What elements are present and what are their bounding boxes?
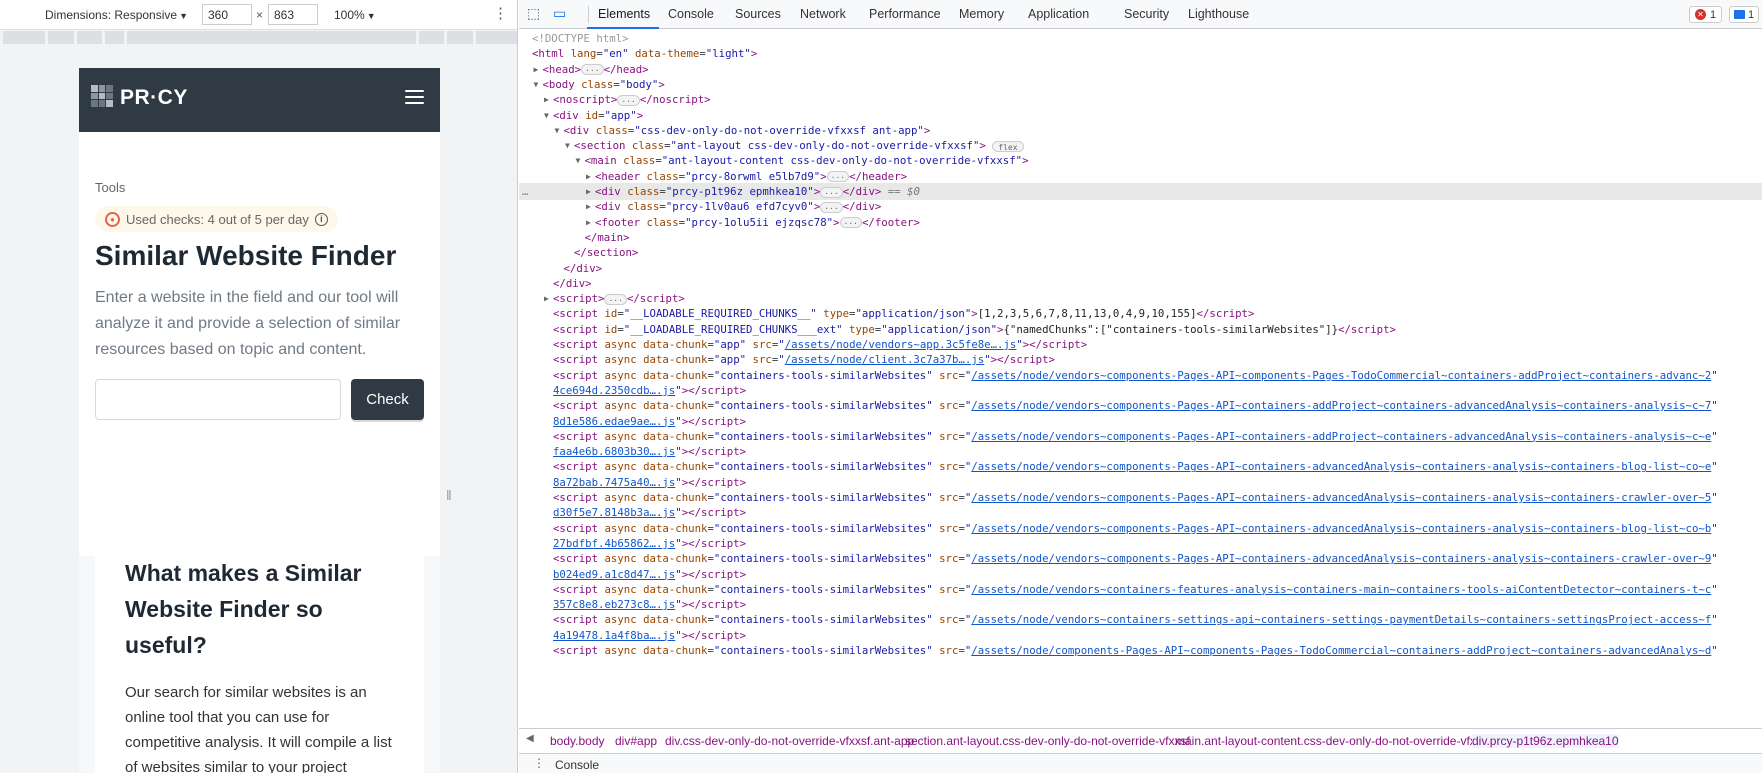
tab-application[interactable]: Application [1028, 7, 1089, 21]
breadcrumb-item[interactable]: div#app [615, 734, 657, 748]
error-count-badge[interactable]: ✕ 1 [1689, 6, 1723, 23]
zoom-label: 100% [334, 8, 365, 22]
breadcrumb-item[interactable]: div.prcy-p1t96z.epmhkea10 [1472, 734, 1619, 748]
breadcrumb-item[interactable]: div.css-dev-only-do-not-override-vfxxsf.… [665, 734, 914, 748]
info-card: What makes a Similar Website Finder so u… [95, 531, 424, 773]
card-title: What makes a Similar Website Finder so u… [125, 560, 362, 658]
dom-node-row[interactable]: <script async data-chunk="containers-too… [519, 642, 1762, 659]
media-query-segment[interactable] [476, 31, 517, 44]
message-count: 1 [1748, 8, 1755, 21]
card-body: Our search for similar websites is an on… [125, 684, 392, 773]
dimensions-label: Dimensions: Responsive [45, 8, 178, 22]
device-height-input[interactable] [268, 4, 318, 25]
prcy-logo-icon[interactable] [91, 85, 113, 107]
tab-sources[interactable]: Sources [735, 7, 781, 21]
dimension-separator: × [256, 8, 264, 22]
error-icon: ✕ [1695, 9, 1706, 20]
toolbar-divider [588, 6, 589, 23]
media-query-segment[interactable] [447, 31, 474, 44]
tab-memory[interactable]: Memory [959, 7, 1004, 21]
device-toolbar-toggle-icon[interactable]: ▭ [553, 5, 571, 23]
error-count: 1 [1710, 8, 1717, 21]
screen: Dimensions: Responsive▼ × 100%▼ ⋮ ‖ PR·C… [0, 0, 1762, 773]
caret-down-icon: ▼ [366, 11, 376, 21]
device-emulation-pane: Dimensions: Responsive▼ × 100%▼ ⋮ ‖ PR·C… [0, 0, 518, 773]
media-query-bar[interactable] [0, 31, 517, 44]
scroll-left-icon[interactable]: ◀ [526, 733, 534, 744]
breadcrumb-item[interactable]: main.ant-layout-content.css-dev-only-do-… [1175, 734, 1491, 748]
device-toolbar: Dimensions: Responsive▼ × 100%▼ ⋮ [0, 0, 517, 30]
media-query-segment[interactable] [127, 31, 416, 44]
tool-hero: Tools ● Used checks: 4 out of 5 per day … [79, 132, 440, 556]
tab-network[interactable]: Network [800, 7, 846, 21]
breadcrumb-item[interactable]: section.ant-layout.css-dev-only-do-not-o… [905, 734, 1190, 748]
dom-node-markup: <script async data-chunk="containers-too… [553, 644, 1718, 657]
drawer-tab-console[interactable]: Console [555, 758, 599, 772]
active-tab-indicator [587, 27, 659, 29]
media-query-segment[interactable] [105, 31, 125, 44]
tab-elements[interactable]: Elements [598, 7, 650, 21]
more-options-icon[interactable]: ⋮ [493, 6, 508, 21]
usage-badge: ● Used checks: 4 out of 5 per day i [95, 206, 338, 232]
devtools-panel: ⬚ ▭ Elements Console Sources Network Per… [519, 0, 1762, 773]
message-icon [1734, 10, 1745, 19]
page-description: Enter a website in the field and our too… [95, 289, 401, 358]
website-url-input[interactable] [95, 379, 341, 420]
devtools-drawer: ⋮ Console [519, 753, 1762, 773]
breadcrumb[interactable]: Tools [95, 180, 125, 195]
zoom-dropdown[interactable]: 100% ▼ [334, 8, 376, 22]
tab-performance[interactable]: Performance [869, 7, 941, 21]
brand-name[interactable]: PR·CY [120, 86, 188, 110]
breadcrumb-item[interactable]: body.body [550, 734, 605, 748]
info-icon[interactable]: i [314, 212, 328, 226]
media-query-segment[interactable] [3, 31, 45, 44]
inspect-element-icon[interactable]: ⬚ [527, 5, 545, 23]
media-query-segment[interactable] [418, 31, 445, 44]
media-query-segment[interactable] [47, 31, 74, 44]
message-count-badge[interactable]: 1 [1729, 6, 1760, 23]
dom-breadcrumbs: ◀ body.body div#app div.css-dev-only-do-no… [519, 728, 1762, 752]
tab-console[interactable]: Console [668, 7, 714, 21]
media-query-segment[interactable] [76, 31, 103, 44]
usage-text: Used checks: 4 out of 5 per day [126, 211, 309, 227]
drawer-menu-icon[interactable]: ⋮ [533, 756, 545, 770]
check-button[interactable]: Check [351, 379, 424, 420]
gauge-icon: ● [105, 211, 120, 227]
resize-handle[interactable]: ‖ [446, 487, 452, 515]
devtools-tab-bar: ⬚ ▭ Elements Console Sources Network Per… [519, 0, 1762, 29]
device-width-input[interactable] [202, 4, 252, 25]
dimensions-dropdown[interactable]: Dimensions: Responsive ▼ [45, 8, 188, 22]
emulated-viewport: PR·CY Tools ● Used checks: 4 out of 5 pe… [79, 68, 440, 773]
tab-lighthouse[interactable]: Lighthouse [1188, 7, 1249, 21]
dom-tree: <!DOCTYPE html> <html lang="en" data-them… [519, 30, 1762, 728]
tab-security[interactable]: Security [1124, 7, 1169, 21]
page-title: Similar Website Finder [95, 240, 397, 271]
site-header: PR·CY [79, 68, 440, 132]
caret-down-icon: ▼ [179, 11, 188, 21]
hamburger-menu-icon[interactable] [405, 90, 424, 105]
